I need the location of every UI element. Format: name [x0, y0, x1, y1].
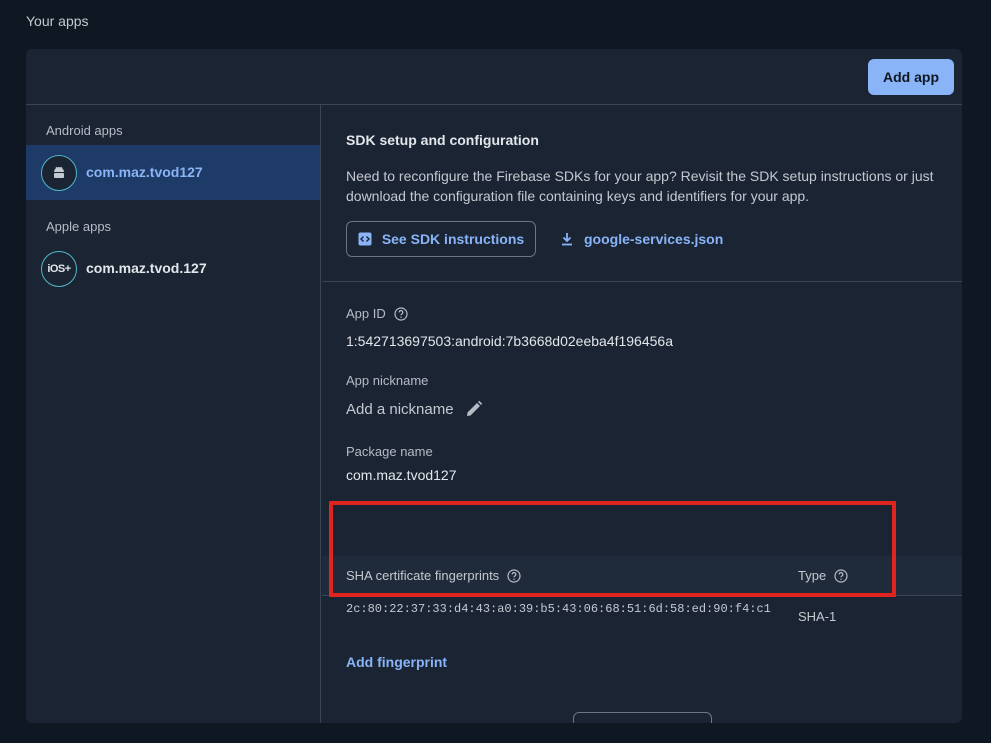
sdk-description: Need to reconfigure the Firebase SDKs fo…	[346, 168, 934, 204]
add-fingerprint-link[interactable]: Add fingerprint	[346, 654, 447, 670]
package-name-label: Package name	[346, 444, 433, 459]
page-heading: Your apps	[26, 13, 89, 29]
sdk-section-title: SDK setup and configuration	[346, 132, 539, 148]
nickname-row[interactable]: Add a nickname	[346, 399, 484, 419]
android-apps-label: Android apps	[46, 123, 123, 138]
android-icon	[41, 155, 77, 191]
apple-app-name: com.maz.tvod.127	[86, 260, 207, 276]
pencil-icon[interactable]	[464, 399, 484, 419]
app-nickname-label: App nickname	[346, 373, 429, 388]
sha-type-header-text: Type	[798, 568, 827, 583]
sidebar-item-android-app[interactable]: com.maz.tvod127	[26, 145, 320, 200]
download-icon	[560, 232, 574, 246]
card-header: Add app	[26, 49, 962, 105]
section-divider	[322, 281, 962, 282]
add-app-button[interactable]: Add app	[868, 59, 954, 95]
app-id-value: 1:542713697503:android:7b3668d02eeba4f19…	[346, 333, 673, 349]
help-icon[interactable]	[834, 568, 848, 583]
sha-table-header: SHA certificate fingerprints Type	[322, 556, 962, 596]
nickname-placeholder: Add a nickname	[346, 400, 454, 418]
download-config-link[interactable]: google-services.json	[560, 221, 723, 257]
sha-fingerprints-header-text: SHA certificate fingerprints	[346, 568, 500, 583]
code-icon	[358, 232, 372, 246]
help-icon[interactable]	[507, 568, 521, 583]
sha-fingerprints-header: SHA certificate fingerprints	[346, 568, 521, 583]
apple-apps-label: Apple apps	[46, 219, 112, 234]
sha-type-header: Type	[798, 568, 848, 583]
download-config-label: google-services.json	[584, 231, 724, 247]
android-app-name: com.maz.tvod127	[86, 164, 203, 180]
app-id-label-text: App ID	[346, 306, 386, 321]
app-id-label: App ID	[346, 306, 408, 321]
remove-app-button[interactable]: Remove this app	[573, 712, 712, 723]
see-sdk-instructions-label: See SDK instructions	[381, 231, 525, 247]
ios-icon: iOS+	[41, 251, 77, 287]
apps-sidebar: Android apps com.maz.tvod127 Apple apps …	[26, 105, 321, 723]
sidebar-item-apple-app[interactable]: iOS+ com.maz.tvod.127	[26, 241, 320, 296]
ios-icon-text: iOS+	[47, 263, 71, 275]
package-name-value: com.maz.tvod127	[346, 467, 457, 483]
sha-type-value: SHA-1	[798, 609, 837, 624]
see-sdk-instructions-button[interactable]: See SDK instructions	[346, 221, 536, 257]
apps-card: Add app Android apps com.maz.tvod127 App…	[26, 49, 962, 723]
app-details: SDK setup and configuration Need to reco…	[322, 105, 962, 723]
sha-fingerprint-value: 2c:80:22:37:33:d4:43:a0:39:b5:43:06:68:5…	[346, 602, 771, 616]
help-icon[interactable]	[394, 306, 408, 321]
